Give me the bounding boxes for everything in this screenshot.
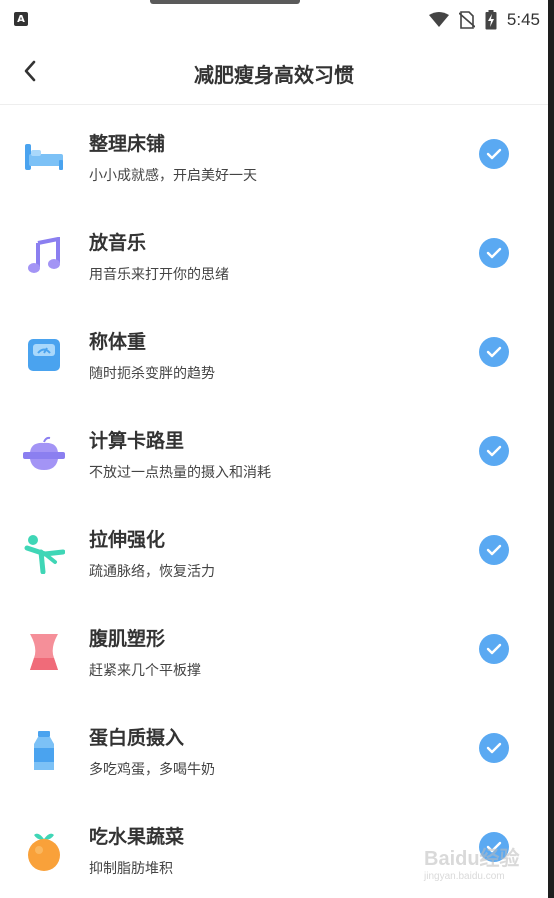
checkmark-icon: [486, 544, 502, 556]
checkmark-icon: [486, 445, 502, 457]
habit-icon-container: [22, 234, 66, 278]
habit-icon-container: [22, 729, 66, 773]
habit-icon-container: [22, 135, 66, 179]
habit-title: 整理床铺: [89, 133, 166, 155]
checkmark-icon: [486, 841, 502, 853]
checkmark-icon: [486, 148, 502, 160]
habit-item-abs[interactable]: 腹肌塑形 赶紧来几个平板撑: [0, 600, 548, 699]
habit-item-fruit-veg[interactable]: 吃水果蔬菜 抑制脂肪堆积: [0, 798, 548, 897]
checkmark-icon: [486, 742, 502, 754]
battery-charging-icon: [485, 10, 497, 30]
status-icons: 5:45: [428, 8, 540, 32]
habit-list: 整理床铺 小小成就感，开启美好一天 放音乐 用音乐来打开你的思绪 称体重 随时扼…: [0, 105, 548, 897]
device-edge: [548, 0, 554, 898]
stretch-figure-icon: [24, 535, 65, 574]
habit-item-weigh[interactable]: 称体重 随时扼杀变胖的趋势: [0, 303, 548, 402]
checkmark-icon: [486, 247, 502, 259]
habit-icon-container: [22, 630, 66, 674]
habit-check-button[interactable]: [479, 733, 509, 763]
status-bar: A 5:45: [0, 0, 548, 40]
habit-description: 赶紧来几个平板撑: [89, 663, 201, 679]
no-sim-icon: [458, 11, 475, 29]
habit-check-button[interactable]: [479, 535, 509, 565]
habit-icon-container: [22, 828, 66, 872]
checkmark-icon: [486, 643, 502, 655]
habit-item-make-bed[interactable]: 整理床铺 小小成就感，开启美好一天: [0, 105, 548, 204]
habit-description: 疏通脉络，恢复活力: [89, 564, 215, 580]
habit-item-calories[interactable]: 计算卡路里 不放过一点热量的摄入和消耗: [0, 402, 548, 501]
habit-description: 多吃鸡蛋，多喝牛奶: [89, 762, 215, 778]
top-app-bar: 减肥瘦身高效习惯: [0, 40, 548, 105]
habit-title: 蛋白质摄入: [89, 727, 185, 749]
wifi-icon: [428, 12, 449, 27]
milk-bottle-icon: [34, 731, 54, 770]
habit-check-button[interactable]: [479, 832, 509, 862]
scale-icon: [28, 339, 60, 371]
habit-check-button[interactable]: [479, 634, 509, 664]
habit-item-play-music[interactable]: 放音乐 用音乐来打开你的思绪: [0, 204, 548, 303]
music-note-icon: [28, 237, 60, 273]
habit-item-stretch[interactable]: 拉伸强化 疏通脉络，恢复活力: [0, 501, 548, 600]
habit-icon-container: [22, 432, 66, 476]
habit-description: 小小成就感，开启美好一天: [89, 168, 257, 184]
habit-check-button[interactable]: [479, 337, 509, 367]
habit-check-button[interactable]: [479, 139, 509, 169]
status-time: 5:45: [506, 10, 540, 29]
habit-icon-container: [22, 333, 66, 377]
apple-calorie-icon: [23, 436, 65, 470]
habit-title: 腹肌塑形: [89, 628, 166, 650]
habit-description: 随时扼杀变胖的趋势: [89, 366, 215, 382]
notification-app-icon: A: [14, 12, 28, 26]
habit-title: 拉伸强化: [89, 529, 166, 551]
orange-icon: [28, 833, 60, 871]
bed-icon: [25, 144, 63, 170]
habit-item-protein[interactable]: 蛋白质摄入 多吃鸡蛋，多喝牛奶: [0, 699, 548, 798]
habit-check-button[interactable]: [479, 436, 509, 466]
page-title: 减肥瘦身高效习惯: [194, 63, 354, 87]
habit-title: 吃水果蔬菜: [89, 826, 185, 848]
habit-description: 抑制脂肪堆积: [89, 861, 173, 877]
habit-check-button[interactable]: [479, 238, 509, 268]
checkmark-icon: [486, 346, 502, 358]
habit-title: 计算卡路里: [89, 430, 185, 452]
app-screen: A 5:45 减肥瘦身高效习惯 整理床铺 小小成就感，开启美好一天 放音乐 用音…: [0, 0, 548, 898]
habit-title: 称体重: [89, 331, 147, 353]
habit-description: 用音乐来打开你的思绪: [89, 267, 229, 283]
habit-title: 放音乐: [89, 232, 147, 254]
habit-icon-container: [22, 531, 66, 575]
waist-icon: [30, 634, 58, 670]
habit-description: 不放过一点热量的摄入和消耗: [89, 465, 271, 481]
